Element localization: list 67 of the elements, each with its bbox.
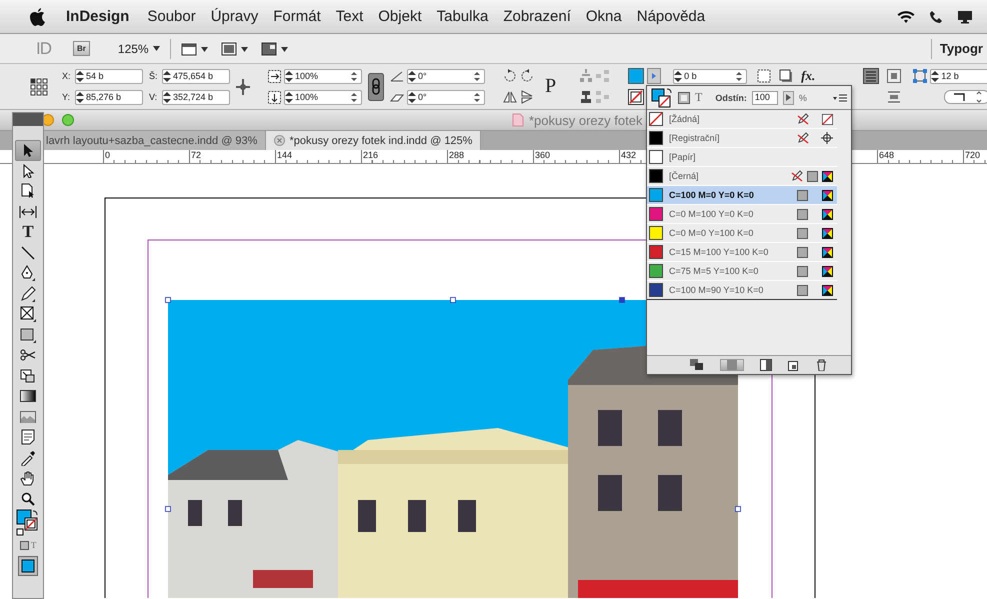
ruler-label: 144 xyxy=(277,150,292,160)
input-field[interactable]: 54 b xyxy=(75,68,143,84)
menu-item[interactable]: Formát xyxy=(273,8,321,25)
field-label: Š: xyxy=(149,71,159,81)
menu-item[interactable]: Tabulka xyxy=(436,8,488,25)
swatch-row[interactable]: [Registrační] xyxy=(647,129,837,148)
percent-label: % xyxy=(798,92,807,102)
zoom-level[interactable]: 125% xyxy=(118,42,149,56)
menu-item[interactable]: Okna xyxy=(586,8,622,25)
input-field[interactable]: 85,276 b xyxy=(75,90,143,104)
window-title: *pokusy orezy fotek xyxy=(529,112,642,128)
swatch-name: C=15 M=100 Y=100 K=0 xyxy=(669,247,770,257)
menu-item[interactable]: Text xyxy=(336,8,364,25)
tint-field[interactable]: 100 xyxy=(752,90,778,104)
swatch-row[interactable]: C=0 M=100 Y=0 K=0 xyxy=(647,205,837,224)
swatch-name: C=0 M=0 Y=100 K=0 xyxy=(669,228,754,238)
menu-item[interactable]: Objekt xyxy=(378,8,422,25)
ruler-label: 288 xyxy=(449,150,464,160)
input-field[interactable]: 0° xyxy=(407,90,485,104)
tint-label: Odstín: xyxy=(715,92,747,102)
field-label: X: xyxy=(62,71,72,81)
document-tab[interactable]: *pokusy orezy fotek ind.indd @ 125% xyxy=(266,131,482,150)
input-field[interactable]: 0° xyxy=(407,68,485,84)
swatch-name: C=0 M=100 Y=0 K=0 xyxy=(669,209,754,219)
swatch-row[interactable]: C=0 M=0 Y=100 K=0 xyxy=(647,224,837,243)
app-menu[interactable]: InDesign xyxy=(66,8,130,25)
swatch-name: [Registrační] xyxy=(669,133,721,143)
input-field[interactable]: 12 b xyxy=(930,68,987,84)
swatch-row[interactable]: [Žádná] xyxy=(647,110,837,129)
document-tab[interactable]: lavrh layoutu+sazba_castecne.indd @ 93% xyxy=(44,131,266,150)
swatch-row[interactable]: C=75 M=5 Y=100 K=0 xyxy=(647,262,837,281)
field-label: Y: xyxy=(62,92,72,102)
menu-item[interactable]: Nápověda xyxy=(636,8,706,25)
swatch-name: C=100 M=0 Y=0 K=0 xyxy=(669,190,755,200)
swatch-name: C=75 M=5 Y=100 K=0 xyxy=(669,266,760,276)
app-logo: ID xyxy=(36,38,51,58)
input-field[interactable]: 0 b xyxy=(673,68,748,84)
ruler-label: 720 xyxy=(965,150,980,160)
input-field[interactable]: 475,654 b xyxy=(162,68,230,84)
swatch-row[interactable]: C=15 M=100 Y=100 K=0 xyxy=(647,243,837,262)
swatch-row[interactable]: [Papír] xyxy=(647,148,837,167)
swatch-name: [Papír] xyxy=(669,152,697,162)
ruler-label: 216 xyxy=(363,150,378,160)
ruler-label: 0 xyxy=(105,150,110,160)
workspace-switcher[interactable]: Typogr xyxy=(940,41,983,56)
swatch-row[interactable]: C=100 M=90 Y=10 K=0 xyxy=(647,281,837,300)
input-field[interactable]: 100% xyxy=(284,90,362,104)
swatch-name: C=100 M=90 Y=10 K=0 xyxy=(669,285,764,295)
field-label: V: xyxy=(149,92,158,102)
menu-item[interactable]: Úpravy xyxy=(210,8,258,25)
type-tool[interactable]: T xyxy=(15,222,41,242)
swatch-row[interactable]: C=100 M=0 Y=0 K=0 xyxy=(647,186,837,205)
ruler-label: 360 xyxy=(535,150,550,160)
swatch-name: [Žádná] xyxy=(669,114,701,124)
bridge-button[interactable]: Br xyxy=(73,41,90,56)
swatch-row[interactable]: [Černá] xyxy=(647,167,837,186)
input-field[interactable]: 100% xyxy=(284,68,362,84)
ruler-label: 648 xyxy=(879,150,894,160)
menu-item[interactable]: Zobrazení xyxy=(503,8,571,25)
frame-type-button[interactable]: P xyxy=(540,74,562,99)
ruler-label: 72 xyxy=(191,150,202,160)
ruler-label: 432 xyxy=(621,150,636,160)
swatch-name: [Černá] xyxy=(669,171,700,181)
effects-button[interactable]: fx. xyxy=(801,68,816,84)
input-field[interactable]: 352,724 b xyxy=(162,90,230,104)
text-format-toggle[interactable]: T xyxy=(695,90,702,105)
menu-item[interactable]: Soubor xyxy=(147,8,196,25)
